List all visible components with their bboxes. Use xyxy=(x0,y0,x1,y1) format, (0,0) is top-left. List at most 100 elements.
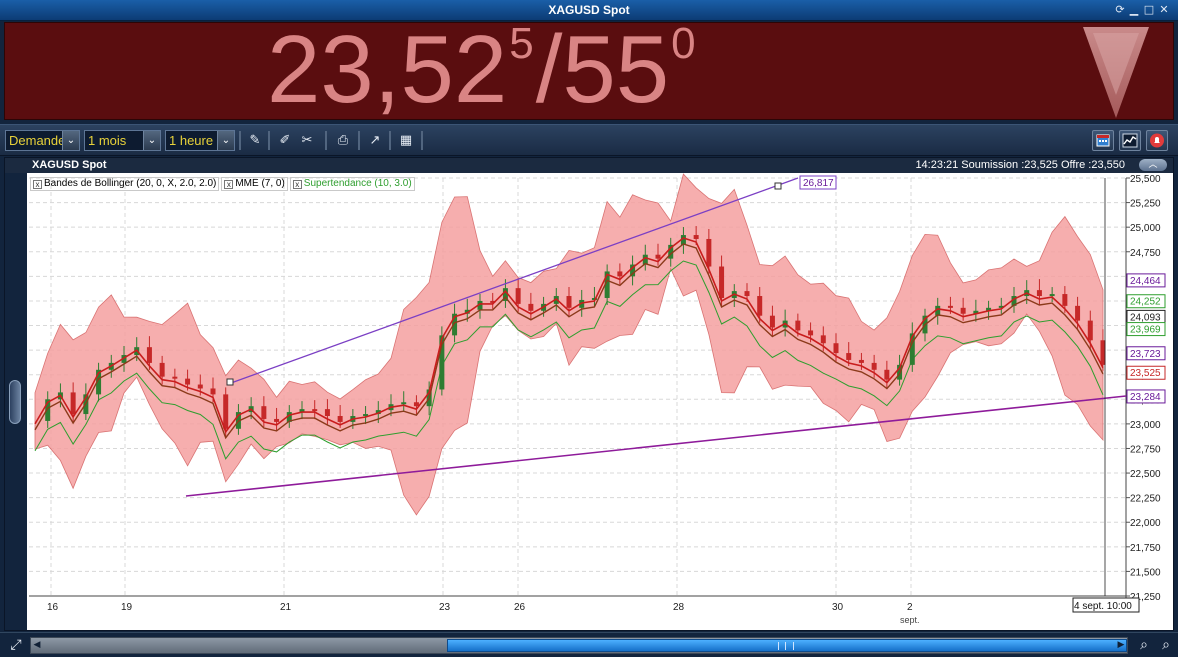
ask-main: 55 xyxy=(562,16,670,123)
candle-body xyxy=(223,394,229,429)
scroll-right-icon[interactable]: ▶ xyxy=(1115,638,1127,653)
quote-display: 23,525/550 xyxy=(267,17,698,123)
candle-body xyxy=(337,416,343,422)
pin-icon[interactable]: ✐ xyxy=(274,130,296,151)
candle-body xyxy=(1049,294,1055,297)
price-tag-label: 23,969 xyxy=(1130,325,1161,336)
y-tick-label: 21,500 xyxy=(1130,567,1161,578)
candle-body xyxy=(146,347,152,363)
y-tick-label: 22,750 xyxy=(1130,444,1161,455)
candle-body xyxy=(515,288,521,304)
alert-icon xyxy=(1150,133,1164,148)
x-tick-label: 2 xyxy=(907,602,913,613)
chart-button[interactable] xyxy=(1119,130,1141,151)
legend-item-bollinger[interactable]: x Bandes de Bollinger (20, 0, X, 2.0, 2.0… xyxy=(30,177,220,191)
candle-body xyxy=(1075,305,1081,321)
toolbar: Demande ⌄ 1 mois ⌄ 1 heure ⌄ ✎ ✐ ✂ ⎙ ↗ ▦ xyxy=(0,124,1178,156)
print-icon[interactable]: ⎙ xyxy=(332,130,354,151)
candle-body xyxy=(871,362,877,370)
price-banner: 23,525/550 xyxy=(4,17,1174,123)
candle-body xyxy=(960,307,966,314)
toolbar-divider xyxy=(358,131,360,150)
candle-body xyxy=(210,388,216,395)
x-tick-label: 21 xyxy=(280,602,292,613)
period-select[interactable]: 1 mois ⌄ xyxy=(84,130,161,151)
tools-icon[interactable]: ✂ xyxy=(296,130,318,151)
fit-screen-icon[interactable]: ⤢ xyxy=(6,635,26,655)
candle-body xyxy=(312,409,318,412)
y-tick-label: 25,000 xyxy=(1130,223,1161,234)
candle-body xyxy=(1062,294,1068,306)
legend-label: Bandes de Bollinger (20, 0, X, 2.0, 2.0) xyxy=(44,178,217,189)
chart-type-icon[interactable]: ↗ xyxy=(364,130,386,151)
candle-body xyxy=(808,330,814,336)
scroll-left-icon[interactable]: ◀ xyxy=(31,638,43,653)
alert-button[interactable] xyxy=(1146,130,1168,151)
interval-select[interactable]: 1 heure ⌄ xyxy=(165,130,235,151)
trendline-handle xyxy=(774,182,782,190)
chart-icon xyxy=(1122,133,1138,148)
restore-icon[interactable]: ⟳ xyxy=(1114,4,1126,16)
candle-body xyxy=(820,335,826,344)
chevron-down-icon[interactable]: ⌄ xyxy=(62,131,79,150)
candle-body xyxy=(1087,320,1093,341)
legend-item-supertrend[interactable]: x Supertendance (10, 3.0) xyxy=(289,177,415,191)
zoom-out-icon[interactable]: ⌕ xyxy=(1134,635,1154,655)
side-select[interactable]: Demande ⌄ xyxy=(5,130,80,151)
price-chart[interactable]: 25,50025,25025,00024,75024,50024,25024,0… xyxy=(5,158,1173,630)
candle-body xyxy=(1036,290,1042,297)
price-tag-label: 23,723 xyxy=(1130,349,1161,360)
x-tick-label: 23 xyxy=(439,602,451,613)
x-tick-label: 19 xyxy=(121,602,133,613)
x-tick-label: 26 xyxy=(514,602,526,613)
candle-body xyxy=(274,418,280,422)
candle-body xyxy=(846,353,852,360)
time-scrollbar[interactable]: ◀ ▶ xyxy=(30,637,1128,654)
y-axis-area xyxy=(1126,178,1173,599)
quote-separator: / xyxy=(535,16,563,123)
trend-down-arrow-icon xyxy=(1083,27,1149,118)
bottom-bar: ⤢ ◀ ▶ ⌕ ⌕ xyxy=(0,632,1178,657)
remove-indicator-icon[interactable]: x xyxy=(33,180,42,189)
candle-body xyxy=(833,343,839,354)
candle-body xyxy=(706,238,712,267)
legend-label: MME (7, 0) xyxy=(235,178,285,189)
candle-body xyxy=(947,305,953,308)
candle-body xyxy=(566,296,572,308)
candle-body xyxy=(528,303,534,311)
x-tick-label: 16 xyxy=(47,602,59,613)
price-tag-label: 24,093 xyxy=(1130,312,1161,323)
calendar-button[interactable] xyxy=(1092,130,1114,151)
side-select-value: Demande xyxy=(9,133,66,148)
candle-body xyxy=(795,320,801,331)
y-tick-label: 25,250 xyxy=(1130,199,1161,210)
candle-body xyxy=(70,392,76,415)
remove-indicator-icon[interactable]: x xyxy=(224,180,234,189)
ask-pip: 0 xyxy=(671,19,696,68)
candle-body xyxy=(261,406,267,419)
zoom-in-icon[interactable]: ⌕ xyxy=(1156,635,1176,655)
y-tick-label: 22,250 xyxy=(1130,494,1161,505)
scrollbar-thumb[interactable] xyxy=(447,639,1127,652)
candle-body xyxy=(617,271,623,277)
toolbar-divider xyxy=(239,131,241,150)
crosshair-time-label: 4 sept. 10:00 xyxy=(1074,601,1132,612)
scroll-grip-icon xyxy=(778,642,794,650)
chevron-down-icon[interactable]: ⌄ xyxy=(217,131,234,150)
grid-table-icon[interactable]: ▦ xyxy=(395,130,417,151)
candle-body xyxy=(757,296,763,316)
calendar-icon xyxy=(1096,134,1110,147)
close-icon[interactable]: ✕ xyxy=(1158,4,1170,16)
trendline-value-label: 26,817 xyxy=(803,178,834,189)
price-tag-label: 24,252 xyxy=(1130,297,1161,308)
maximize-icon[interactable]: □ xyxy=(1143,4,1155,16)
remove-indicator-icon[interactable]: x xyxy=(292,180,302,189)
chevron-down-icon[interactable]: ⌄ xyxy=(143,131,160,150)
x-tick-label: 28 xyxy=(673,602,685,613)
pencil-icon[interactable]: ✎ xyxy=(244,130,266,151)
price-tag-label: 24,464 xyxy=(1130,276,1161,287)
minimize-icon[interactable]: ▁ xyxy=(1128,4,1140,16)
toolbar-divider xyxy=(389,131,391,150)
candle-body xyxy=(401,402,407,405)
legend-item-ema[interactable]: x MME (7, 0) xyxy=(221,177,288,191)
